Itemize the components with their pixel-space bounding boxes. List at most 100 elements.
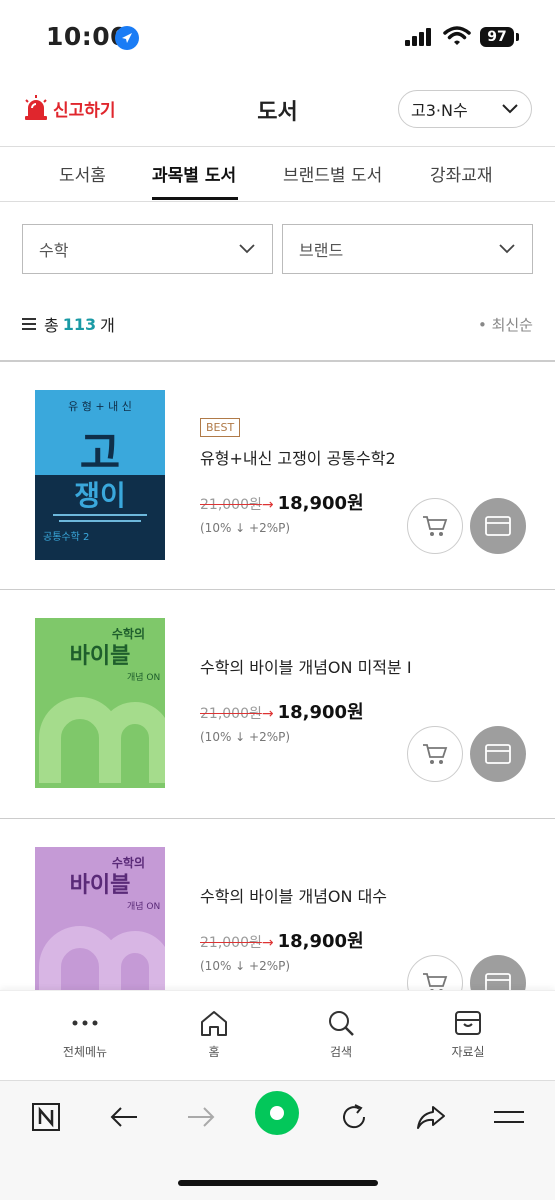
naver-home-button[interactable]	[24, 1095, 68, 1139]
price-row: 21,000원 → 18,900원	[200, 927, 387, 953]
cover-top-text: 수학의	[112, 626, 145, 641]
tab-bar: 도서홈 과목별 도서 브랜드별 도서 강좌교재	[0, 147, 555, 201]
cover-subtitle: 공통수학 2	[43, 531, 89, 543]
tab-by-subject[interactable]: 과목별 도서	[152, 161, 236, 186]
cover-main-text-2: 쟁이	[74, 479, 126, 512]
naver-n-icon	[32, 1103, 60, 1131]
arrow-right-icon	[188, 1107, 215, 1127]
book-info: BEST 유형+내신 고쟁이 공통수학2 21,000원 → 18,900원 (…	[200, 416, 396, 535]
book-title[interactable]: 수학의 바이블 개념ON 미적분 Ⅰ	[200, 654, 412, 678]
nav-label: 전체메뉴	[62, 1045, 108, 1059]
best-badge: BEST	[200, 418, 241, 437]
list-summary: 총 113 개 • 최신순	[22, 312, 533, 336]
signal-icon	[405, 28, 431, 46]
item-divider	[0, 589, 555, 590]
original-price: 21,000원	[200, 706, 262, 722]
total-prefix: 총	[44, 316, 59, 335]
arrow-left-icon	[110, 1107, 137, 1127]
card-icon	[485, 516, 511, 536]
arrow-right-icon: →	[261, 497, 274, 513]
refresh-button[interactable]	[332, 1095, 376, 1139]
total-number: 113	[62, 314, 97, 334]
original-price: 21,000원	[200, 497, 262, 513]
cover-main-text: 바이블	[70, 644, 131, 669]
home-icon	[201, 1011, 227, 1036]
tabs-divider	[0, 201, 555, 202]
book-info: 수학의 바이블 개념ON 미적분 Ⅰ 21,000원 → 18,900원 (10…	[200, 654, 412, 744]
list-divider	[0, 360, 555, 362]
battery-tip	[516, 33, 519, 41]
back-button[interactable]	[102, 1095, 146, 1139]
search-icon	[329, 1011, 354, 1036]
sale-price: 18,900원	[277, 931, 364, 952]
sale-price: 18,900원	[277, 493, 364, 514]
discount-info: (10% ↓ +2%P)	[200, 521, 291, 535]
sort-select[interactable]: • 최신순	[478, 314, 533, 335]
grade-select-value: 고3·N수	[411, 101, 468, 120]
cart-icon	[423, 744, 448, 764]
home-indicator	[178, 1180, 378, 1186]
sale-price: 18,900원	[277, 702, 364, 723]
list-menu-icon[interactable]	[22, 318, 36, 330]
total-count: 총 113 개	[22, 312, 115, 336]
book-title[interactable]: 수학의 바이블 개념ON 대수	[200, 883, 387, 907]
refresh-icon	[343, 1104, 366, 1129]
nav-label: 자료실	[451, 1045, 485, 1059]
buy-now-button[interactable]	[470, 498, 526, 554]
app-bottom-nav: 전체메뉴 홈 검색 자료실	[0, 990, 555, 1080]
add-to-cart-button[interactable]	[407, 498, 463, 554]
green-dot-icon	[270, 1106, 284, 1120]
tab-book-home[interactable]: 도서홈	[59, 161, 106, 186]
tab-lecture-books[interactable]: 강좌교재	[430, 161, 493, 186]
wifi-icon	[443, 26, 471, 45]
arrow-right-icon: →	[261, 935, 274, 951]
cover-subtitle: 개념 ON	[127, 901, 160, 912]
total-suffix: 개	[100, 316, 115, 335]
nav-library[interactable]: 자료실	[418, 1009, 518, 1060]
book-title[interactable]: 유형+내신 고쟁이 공통수학2	[200, 445, 396, 469]
share-icon	[417, 1106, 445, 1129]
chevron-down-icon	[502, 104, 518, 114]
chevron-down-icon	[239, 244, 255, 254]
nav-search[interactable]: 검색	[291, 1009, 391, 1060]
green-dot-button[interactable]	[255, 1091, 299, 1135]
tab-by-brand[interactable]: 브랜드별 도서	[283, 161, 382, 186]
discount-info: (10% ↓ +2%P)	[200, 730, 291, 744]
card-icon	[485, 744, 511, 764]
original-price: 21,000원	[200, 935, 262, 951]
chevron-down-icon	[499, 244, 515, 254]
book-info: 수학의 바이블 개념ON 대수 21,000원 → 18,900원 (10% ↓…	[200, 883, 387, 973]
arrow-right-icon: →	[261, 706, 274, 722]
subject-filter-value: 수학	[39, 241, 69, 260]
cover-main-text: 바이블	[70, 873, 131, 898]
price-row: 21,000원 → 18,900원	[200, 698, 412, 724]
buy-now-button[interactable]	[470, 726, 526, 782]
forward-button[interactable]	[179, 1095, 223, 1139]
share-button[interactable]	[409, 1095, 453, 1139]
book-cover[interactable]: 수학의 바이블 개념 ON	[35, 618, 165, 788]
archive-icon	[455, 1011, 481, 1035]
hamburger-icon	[494, 1111, 524, 1123]
discount-info: (10% ↓ +2%P)	[200, 959, 291, 973]
battery-icon: 97	[480, 27, 514, 47]
nav-label: 검색	[329, 1045, 353, 1059]
item-divider	[0, 818, 555, 819]
book-cover[interactable]: 유 형 + 내 신 고 쟁이 공통수학 2	[35, 390, 165, 560]
brand-filter-value: 브랜드	[299, 241, 344, 260]
active-tab-indicator	[152, 197, 238, 200]
menu-button[interactable]	[487, 1095, 531, 1139]
grade-select[interactable]: 고3·N수	[398, 90, 532, 128]
add-to-cart-button[interactable]	[407, 726, 463, 782]
status-bar: 10:00 97	[0, 0, 555, 70]
price-row: 21,000원 → 18,900원	[200, 489, 396, 515]
cover-top-text: 수학의	[112, 855, 145, 870]
subject-filter[interactable]: 수학	[22, 224, 273, 274]
cover-top-text: 유 형 + 내 신	[68, 400, 132, 413]
nav-label: 홈	[208, 1045, 220, 1059]
brand-filter[interactable]: 브랜드	[282, 224, 533, 274]
nav-all-menu[interactable]: 전체메뉴	[35, 1009, 135, 1060]
cover-main-text: 고	[80, 428, 120, 479]
nav-home[interactable]: 홈	[164, 1009, 264, 1060]
cart-icon	[423, 516, 448, 536]
app-header: 신고하기 도서 고3·N수	[0, 78, 555, 144]
